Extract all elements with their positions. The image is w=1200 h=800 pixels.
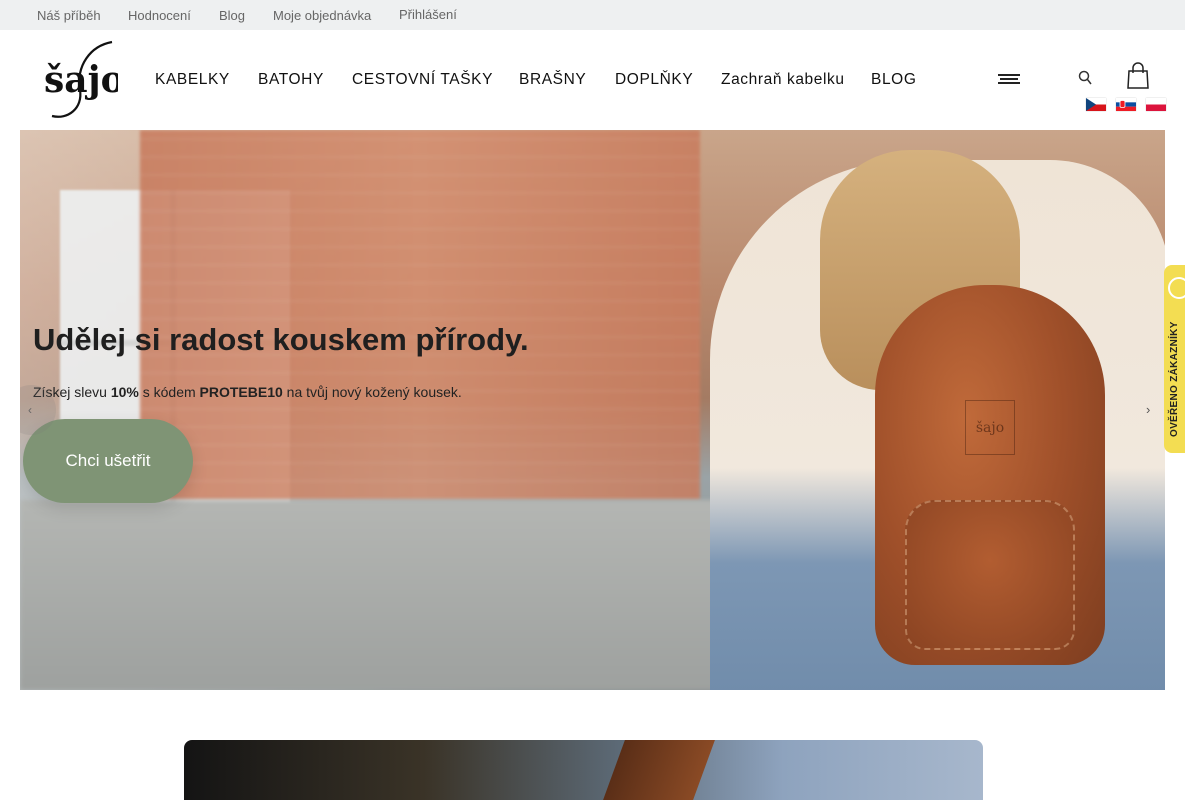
- nav-item-doplnky[interactable]: DOPLŇKY: [615, 71, 693, 89]
- nav-item-blog[interactable]: BLOG: [871, 71, 916, 89]
- nav-item-cestovni-tasky[interactable]: CESTOVNÍ TAŠKY: [352, 71, 493, 89]
- hero-discount: 10%: [110, 384, 139, 400]
- hamburger-icon[interactable]: [998, 74, 1020, 86]
- topbar-link-login[interactable]: Přihlášení: [399, 7, 457, 22]
- site-logo[interactable]: šajo: [38, 38, 125, 122]
- topbar-link-reviews[interactable]: Hodnocení: [128, 8, 191, 23]
- flag-cz-icon[interactable]: [1086, 98, 1106, 111]
- nav-item-batohy[interactable]: BATOHY: [258, 71, 324, 89]
- topbar-link-my-order[interactable]: Moje objednávka: [273, 8, 371, 23]
- hero-title: Udělej si radost kouskem přírody.: [33, 322, 529, 357]
- chevron-left-icon: ‹: [28, 403, 32, 417]
- site-header: šajo KABELKY BATOHY CESTOVNÍ TAŠKY BRAŠN…: [0, 30, 1185, 130]
- verified-by-customers-badge[interactable]: OVĚŘENO ZÁKAZNÍKY: [1164, 265, 1185, 453]
- chevron-right-icon[interactable]: ›: [1146, 402, 1162, 422]
- shopping-bag-icon[interactable]: [1126, 62, 1150, 90]
- logo-mark: šajo: [44, 40, 125, 118]
- hero-promo-code: PROTEBE10: [199, 384, 283, 400]
- verified-badge-text: OVĚŘENO ZÁKAZNÍKY: [1169, 321, 1180, 437]
- hero-slider: šajo Udělej si radost kouskem přírody. Z…: [20, 130, 1165, 690]
- search-icon[interactable]: [1078, 70, 1092, 86]
- hero-cta-button[interactable]: Chci ušetřit: [23, 419, 193, 503]
- logo-text: šajo: [44, 59, 118, 101]
- nav-item-kabelky[interactable]: KABELKY: [155, 71, 230, 89]
- background-brick-wall: [140, 130, 700, 500]
- flag-sk-icon[interactable]: [1116, 98, 1136, 111]
- topbar-link-story[interactable]: Náš příběh: [37, 8, 101, 23]
- backpack-logo: šajo: [965, 400, 1015, 455]
- hero-subtitle-suffix: na tvůj nový kožený kousek.: [282, 384, 462, 400]
- banner-bag-strap: [603, 740, 715, 800]
- nav-item-zachran-kabelku[interactable]: Zachraň kabelku: [721, 71, 845, 89]
- hero-subtitle: Získej slevu 10% s kódem PROTEBE10 na tv…: [33, 384, 462, 400]
- top-utility-bar: Náš příběh Hodnocení Blog Moje objednávk…: [0, 0, 1185, 30]
- verified-seal-icon: [1168, 277, 1185, 299]
- hero-subtitle-mid: s kódem: [138, 384, 200, 400]
- topbar-link-blog[interactable]: Blog: [219, 8, 245, 23]
- nav-item-brasny[interactable]: BRAŠNY: [519, 71, 586, 89]
- hero-backpack-pocket: [905, 500, 1075, 650]
- secondary-banner-image[interactable]: [184, 740, 983, 800]
- flag-pl-icon[interactable]: [1146, 98, 1166, 111]
